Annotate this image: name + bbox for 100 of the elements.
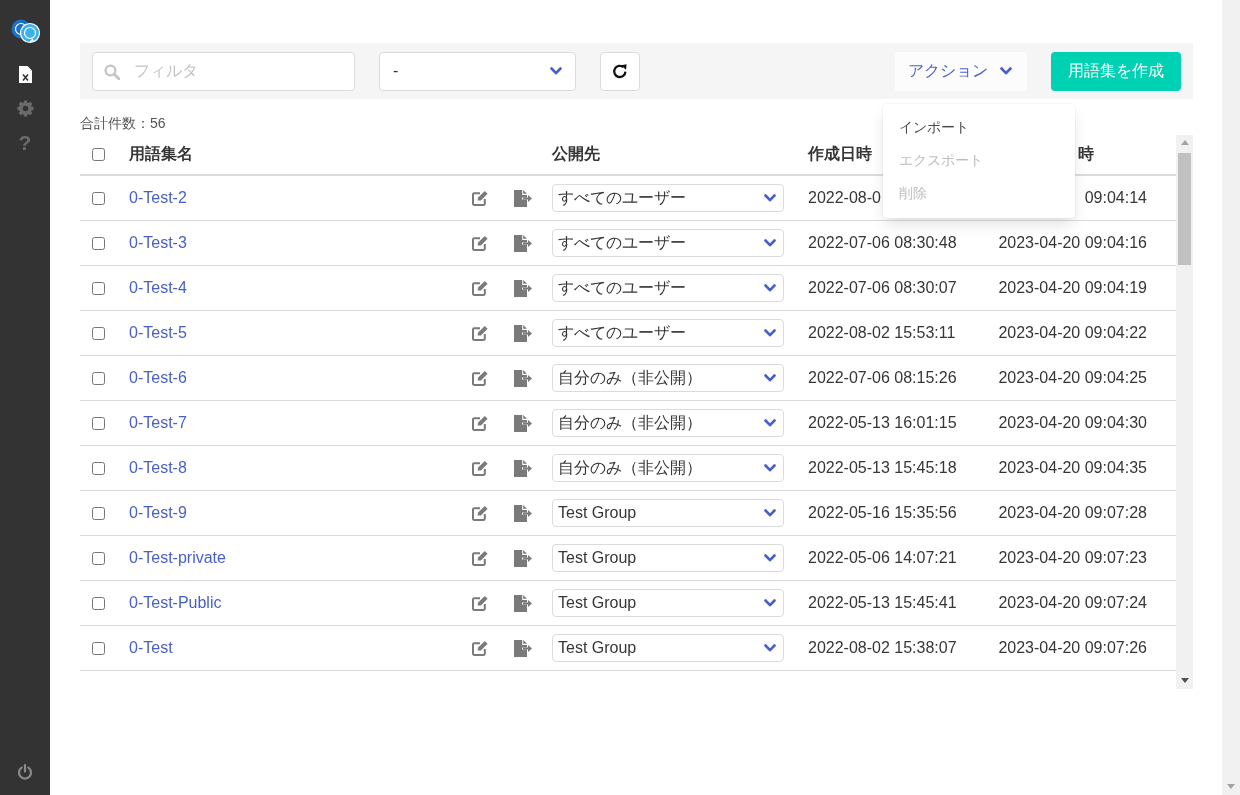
glossary-link[interactable]: 0-Test bbox=[129, 639, 173, 657]
table-cell: 2023-04-20 09:04:30 bbox=[998, 414, 1147, 432]
glossary-link[interactable]: 0-Test-Public bbox=[129, 594, 222, 612]
table-cell: 2022-05-06 14:07:21 bbox=[808, 549, 957, 567]
column-header: 時 bbox=[1078, 144, 1094, 164]
scroll-down-arrow-icon[interactable] bbox=[1180, 678, 1189, 683]
column-header: 作成日時 bbox=[808, 144, 872, 164]
visibility-select[interactable]: Test Group bbox=[552, 544, 784, 572]
document-arrow-icon[interactable] bbox=[513, 189, 532, 207]
visibility-select[interactable]: すべてのユーザー bbox=[552, 319, 784, 347]
table-cell: 2022-05-16 15:35:56 bbox=[808, 504, 957, 522]
row-checkbox[interactable] bbox=[92, 326, 105, 340]
document-icon[interactable] bbox=[18, 65, 32, 83]
edit-icon[interactable] bbox=[471, 415, 489, 431]
visibility-select[interactable]: 自分のみ（非公開） bbox=[552, 454, 784, 482]
edit-icon[interactable] bbox=[471, 550, 489, 566]
edit-icon[interactable] bbox=[471, 505, 489, 521]
row-checkbox[interactable] bbox=[92, 191, 105, 205]
visibility-select[interactable]: Test Group bbox=[552, 634, 784, 662]
glossary-link[interactable]: 0-Test-3 bbox=[129, 234, 187, 252]
visibility-select[interactable]: Test Group bbox=[552, 589, 784, 617]
search-field[interactable]: フィルタ bbox=[92, 51, 355, 91]
row-checkbox[interactable] bbox=[92, 596, 105, 610]
table-cell: 2023-04-20 09:04:25 bbox=[998, 369, 1147, 387]
menu-item[interactable]: インポート bbox=[883, 110, 1075, 144]
chevron-down-icon bbox=[764, 599, 776, 607]
table-cell: 2022-07-06 08:15:26 bbox=[808, 369, 957, 387]
document-arrow-icon[interactable] bbox=[513, 594, 532, 612]
logo-icon[interactable] bbox=[9, 18, 41, 44]
edit-icon[interactable] bbox=[471, 460, 489, 476]
total-count: 合計件数：56 bbox=[80, 115, 166, 132]
chevron-down-icon bbox=[1000, 67, 1012, 75]
table-cell: 2022-05-13 15:45:41 bbox=[808, 594, 957, 612]
chevron-down-icon bbox=[550, 67, 562, 75]
glossary-link[interactable]: 0-Test-private bbox=[129, 549, 226, 567]
glossary-link[interactable]: 0-Test-7 bbox=[129, 414, 187, 432]
scrollbar-thumb[interactable] bbox=[1178, 153, 1191, 265]
table-cell: 2023-04-20 09:04:16 bbox=[998, 234, 1147, 252]
gear-icon[interactable] bbox=[16, 99, 34, 117]
row-checkbox[interactable] bbox=[92, 416, 105, 430]
chevron-down-icon bbox=[764, 239, 776, 247]
edit-icon[interactable] bbox=[471, 190, 489, 206]
action-button[interactable]: アクション bbox=[895, 51, 1027, 91]
visibility-select[interactable]: 自分のみ（非公開） bbox=[552, 409, 784, 437]
visibility-select[interactable]: すべてのユーザー bbox=[552, 184, 784, 212]
document-arrow-icon[interactable] bbox=[513, 324, 532, 342]
table-cell: 2023-04-20 09:04:22 bbox=[998, 324, 1147, 342]
refresh-button[interactable] bbox=[600, 51, 640, 91]
power-icon[interactable] bbox=[17, 764, 33, 780]
table-cell: 2022-08-02 15:38:07 bbox=[808, 639, 957, 657]
chevron-down-icon bbox=[764, 644, 776, 652]
edit-icon[interactable] bbox=[471, 595, 489, 611]
visibility-select[interactable]: 自分のみ（非公開） bbox=[552, 364, 784, 392]
document-arrow-icon[interactable] bbox=[513, 639, 532, 657]
chevron-down-icon bbox=[764, 554, 776, 562]
visibility-select[interactable]: Test Group bbox=[552, 499, 784, 527]
table-cell: 09:04:14 bbox=[1084, 189, 1147, 207]
scrollbar[interactable] bbox=[1176, 135, 1193, 689]
row-checkbox[interactable] bbox=[92, 371, 105, 385]
select-all-checkbox[interactable] bbox=[92, 148, 105, 161]
filter-select[interactable]: - bbox=[379, 51, 576, 91]
row-checkbox[interactable] bbox=[92, 641, 105, 655]
glossary-link[interactable]: 0-Test-5 bbox=[129, 324, 187, 342]
row-checkbox[interactable] bbox=[92, 551, 105, 565]
document-arrow-icon[interactable] bbox=[513, 234, 532, 252]
edit-icon[interactable] bbox=[471, 370, 489, 386]
table-cell: 2022-05-13 16:01:15 bbox=[808, 414, 957, 432]
document-arrow-icon[interactable] bbox=[513, 504, 532, 522]
visibility-select[interactable]: すべてのユーザー bbox=[552, 274, 784, 302]
row-checkbox[interactable] bbox=[92, 236, 105, 250]
glossary-link[interactable]: 0-Test-4 bbox=[129, 279, 187, 297]
glossary-link[interactable]: 0-Test-6 bbox=[129, 369, 187, 387]
document-arrow-icon[interactable] bbox=[513, 279, 532, 297]
edit-icon[interactable] bbox=[471, 325, 489, 341]
glossary-link[interactable]: 0-Test-9 bbox=[129, 504, 187, 522]
document-arrow-icon[interactable] bbox=[513, 369, 532, 387]
page-scrollbar[interactable] bbox=[1222, 0, 1240, 795]
scroll-up-arrow-icon[interactable] bbox=[1180, 140, 1189, 145]
table-cell: 2022-07-06 08:30:48 bbox=[808, 234, 957, 252]
row-checkbox[interactable] bbox=[92, 461, 105, 475]
table-cell: 2023-04-20 09:07:23 bbox=[998, 549, 1147, 567]
chevron-down-icon bbox=[764, 284, 776, 292]
table-cell: 2023-04-20 09:04:19 bbox=[998, 279, 1147, 297]
chevron-down-icon bbox=[764, 194, 776, 202]
chevron-down-icon bbox=[764, 374, 776, 382]
chevron-down-icon bbox=[764, 509, 776, 517]
edit-icon[interactable] bbox=[471, 640, 489, 656]
glossary-link[interactable]: 0-Test-8 bbox=[129, 459, 187, 477]
glossary-link[interactable]: 0-Test-2 bbox=[129, 189, 187, 207]
visibility-select[interactable]: すべてのユーザー bbox=[552, 229, 784, 257]
edit-icon[interactable] bbox=[471, 280, 489, 296]
document-arrow-icon[interactable] bbox=[513, 459, 532, 477]
document-arrow-icon[interactable] bbox=[513, 414, 532, 432]
table-cell: 2022-08-0 bbox=[808, 189, 881, 207]
row-checkbox[interactable] bbox=[92, 506, 105, 520]
row-checkbox[interactable] bbox=[92, 281, 105, 295]
document-arrow-icon[interactable] bbox=[513, 549, 532, 567]
edit-icon[interactable] bbox=[471, 235, 489, 251]
chevron-down-icon bbox=[764, 419, 776, 427]
chevron-down-icon bbox=[764, 329, 776, 337]
